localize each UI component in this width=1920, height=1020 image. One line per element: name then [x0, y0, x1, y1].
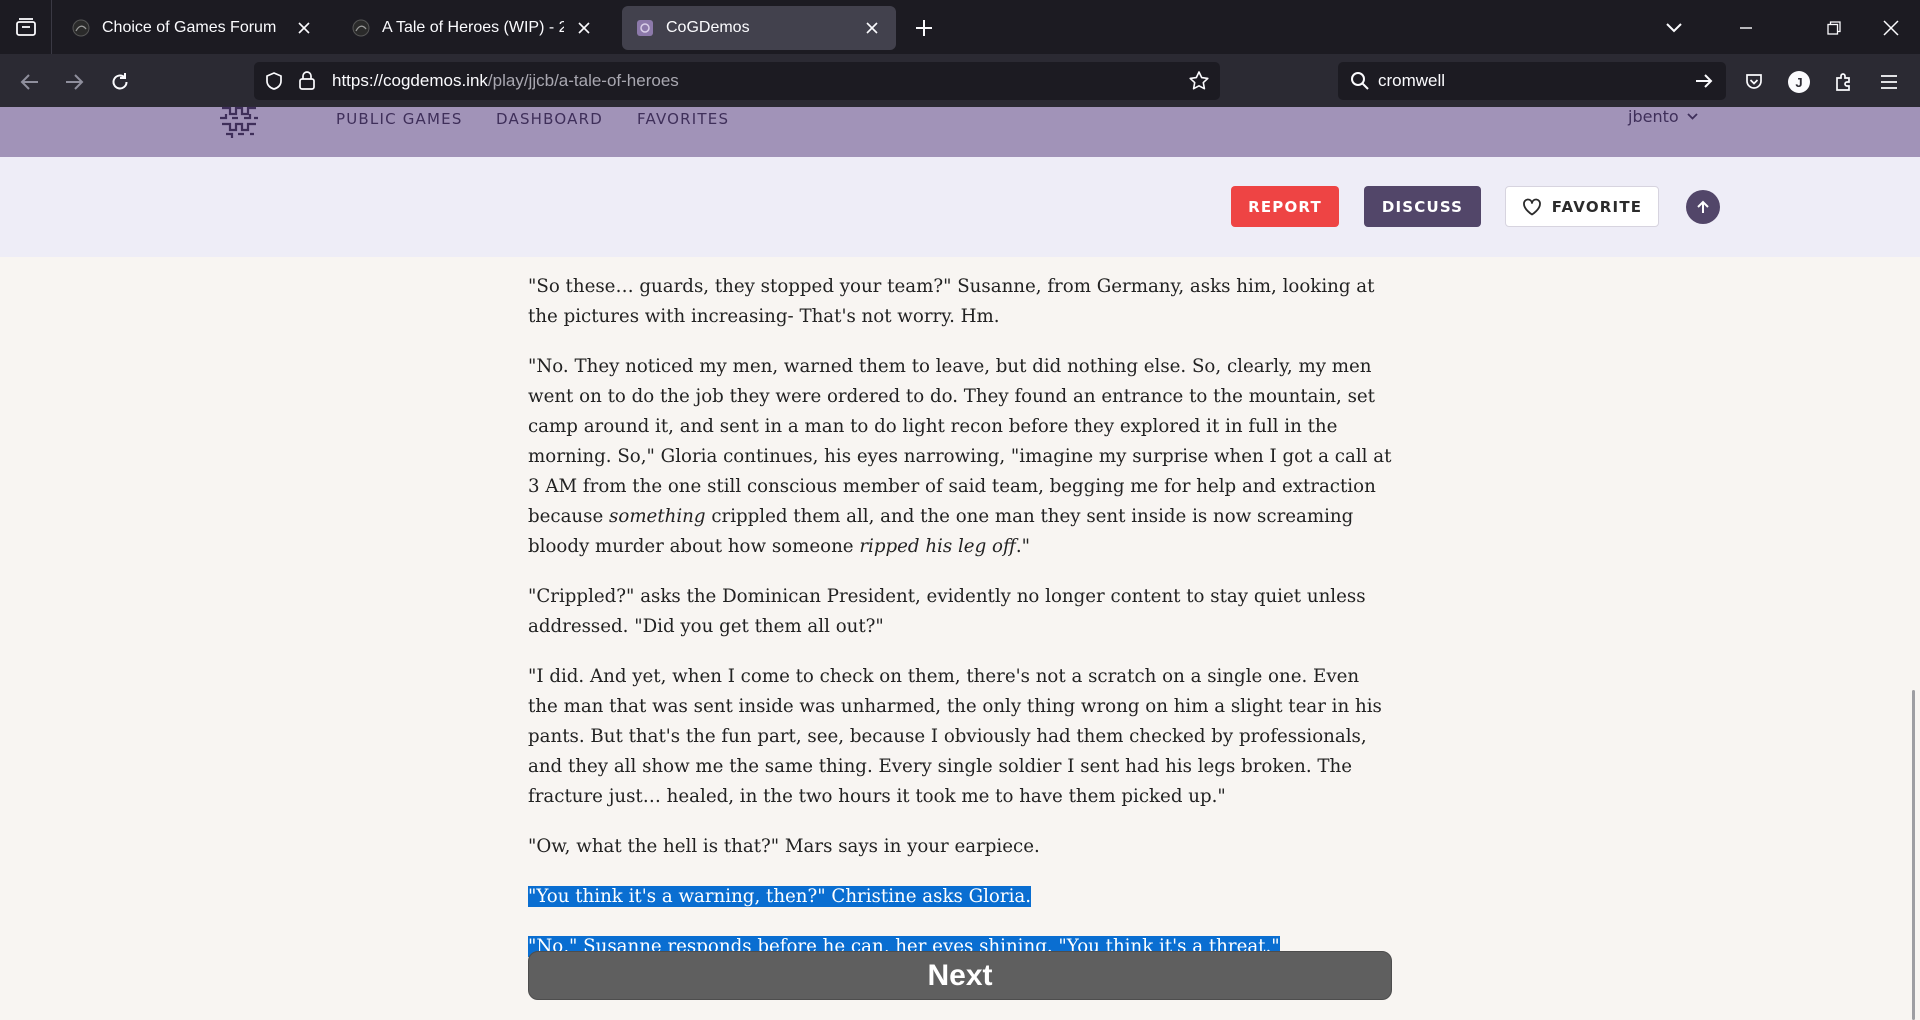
favorite-label: FAVORITE	[1551, 197, 1643, 216]
chevron-down-icon	[1687, 112, 1698, 120]
tab-a-tale-of-heroes[interactable]: A Tale of Heroes (WIP) - 224k w	[338, 6, 608, 50]
arrow-right-icon	[66, 74, 84, 90]
emphasis-text: something	[609, 506, 706, 527]
search-icon	[1351, 72, 1369, 90]
restore-window-button[interactable]	[1820, 14, 1848, 42]
nav-dashboard[interactable]: DASHBOARD	[496, 110, 603, 128]
puzzle-piece-icon	[1836, 73, 1850, 91]
minimize-window-button[interactable]	[1732, 14, 1760, 42]
minimize-icon	[1740, 27, 1752, 29]
game-action-bar: REPORT DISCUSS FAVORITE	[0, 157, 1920, 257]
bookmark-star-icon[interactable]	[1188, 70, 1210, 92]
text-run: "No. They noticed my men, warned them to…	[528, 356, 1392, 527]
heart-icon	[1522, 198, 1541, 215]
emphasis-text: ripped his leg off	[859, 536, 1016, 557]
lock-icon[interactable]	[298, 70, 316, 91]
chevron-down-icon	[1666, 23, 1682, 33]
forum-favicon-icon	[72, 19, 90, 37]
account-button[interactable]: J	[1783, 66, 1815, 98]
user-menu[interactable]: jbento	[1628, 107, 1698, 126]
pocket-icon	[1746, 74, 1762, 89]
tab-cogdemos[interactable]: CoGDemos	[622, 6, 896, 50]
next-label: Next	[927, 958, 993, 992]
discuss-button[interactable]: DISCUSS	[1364, 186, 1481, 227]
close-tab-icon[interactable]	[862, 18, 882, 38]
close-tab-icon[interactable]	[574, 18, 594, 38]
tab-title: A Tale of Heroes (WIP) - 224k w	[382, 19, 564, 36]
reload-button[interactable]	[104, 66, 136, 98]
tab-list-button[interactable]	[0, 0, 52, 54]
discuss-label: DISCUSS	[1381, 197, 1464, 216]
report-button[interactable]: REPORT	[1231, 186, 1339, 227]
scroll-to-top-button[interactable]	[1686, 190, 1720, 224]
text-run: ."	[1015, 536, 1030, 557]
browser-navigation-bar: https://cogdemos.ink/play/jjcb/a-tale-of…	[0, 54, 1920, 107]
forum-favicon-icon	[352, 19, 370, 37]
cogdemos-favicon-icon	[637, 20, 653, 36]
extensions-button[interactable]	[1828, 66, 1860, 98]
cogdemos-logo-icon[interactable]	[218, 102, 260, 140]
close-window-button[interactable]	[1877, 14, 1905, 42]
plus-icon	[916, 20, 932, 36]
story-paragraph: "Crippled?" asks the Dominican President…	[528, 586, 1366, 637]
shield-icon[interactable]	[264, 71, 284, 91]
story-paragraph-selected: "You think it's a warning, then?" Christ…	[528, 882, 1394, 912]
avatar-initial: J	[1795, 74, 1803, 90]
arrow-up-icon	[1697, 200, 1709, 213]
tab-title: Choice of Games Forum	[102, 19, 277, 36]
list-all-tabs-button[interactable]	[1660, 14, 1688, 42]
search-query-text: cromwell	[1378, 71, 1446, 90]
selected-text: "You think it's a warning, then?" Christ…	[528, 886, 1032, 907]
story-text: "So these… guards, they stopped your tea…	[528, 272, 1394, 982]
app-menu-button[interactable]	[1873, 66, 1905, 98]
story-paragraph: "So these… guards, they stopped your tea…	[528, 276, 1375, 327]
story-paragraph: "No. They noticed my men, warned them to…	[528, 352, 1394, 562]
tab-title: CoGDemos	[666, 19, 750, 36]
pocket-button[interactable]	[1738, 66, 1770, 98]
url-text[interactable]: https://cogdemos.ink/play/jjcb/a-tale-of…	[332, 71, 679, 91]
restore-icon	[1827, 21, 1841, 35]
forward-button[interactable]	[58, 66, 90, 98]
avatar: J	[1788, 71, 1810, 93]
report-label: REPORT	[1248, 197, 1322, 216]
username: jbento	[1628, 107, 1679, 126]
url-path: /play/jjcb/a-tale-of-heroes	[487, 71, 679, 90]
hamburger-menu-icon	[1881, 75, 1897, 89]
browser-tab-bar: Choice of Games Forum A Tale of Heroes (…	[0, 0, 1920, 54]
address-bar[interactable]: https://cogdemos.ink/play/jjcb/a-tale-of…	[254, 62, 1220, 100]
tab-choice-of-games-forum[interactable]: Choice of Games Forum	[58, 6, 328, 50]
new-tab-button[interactable]	[910, 14, 938, 42]
url-host: https://cogdemos.ink	[332, 71, 488, 90]
back-button[interactable]	[14, 66, 46, 98]
search-bar[interactable]: cromwell	[1338, 62, 1726, 100]
arrow-left-icon	[20, 74, 38, 90]
next-button[interactable]: Next	[528, 951, 1392, 1000]
story-paragraph: "Ow, what the hell is that?" Mars says i…	[528, 836, 1040, 857]
tabs-tray-icon	[15, 18, 36, 36]
close-tab-icon[interactable]	[294, 18, 314, 38]
go-arrow-icon[interactable]	[1694, 71, 1714, 91]
nav-public-games[interactable]: PUBLIC GAMES	[336, 110, 463, 128]
reload-icon	[112, 73, 128, 90]
page-scrollbar-thumb[interactable]	[1912, 690, 1915, 1020]
favorite-button[interactable]: FAVORITE	[1505, 186, 1659, 227]
close-icon	[1883, 20, 1899, 36]
story-paragraph: "I did. And yet, when I come to check on…	[528, 666, 1382, 807]
nav-favorites[interactable]: FAVORITES	[637, 110, 729, 128]
